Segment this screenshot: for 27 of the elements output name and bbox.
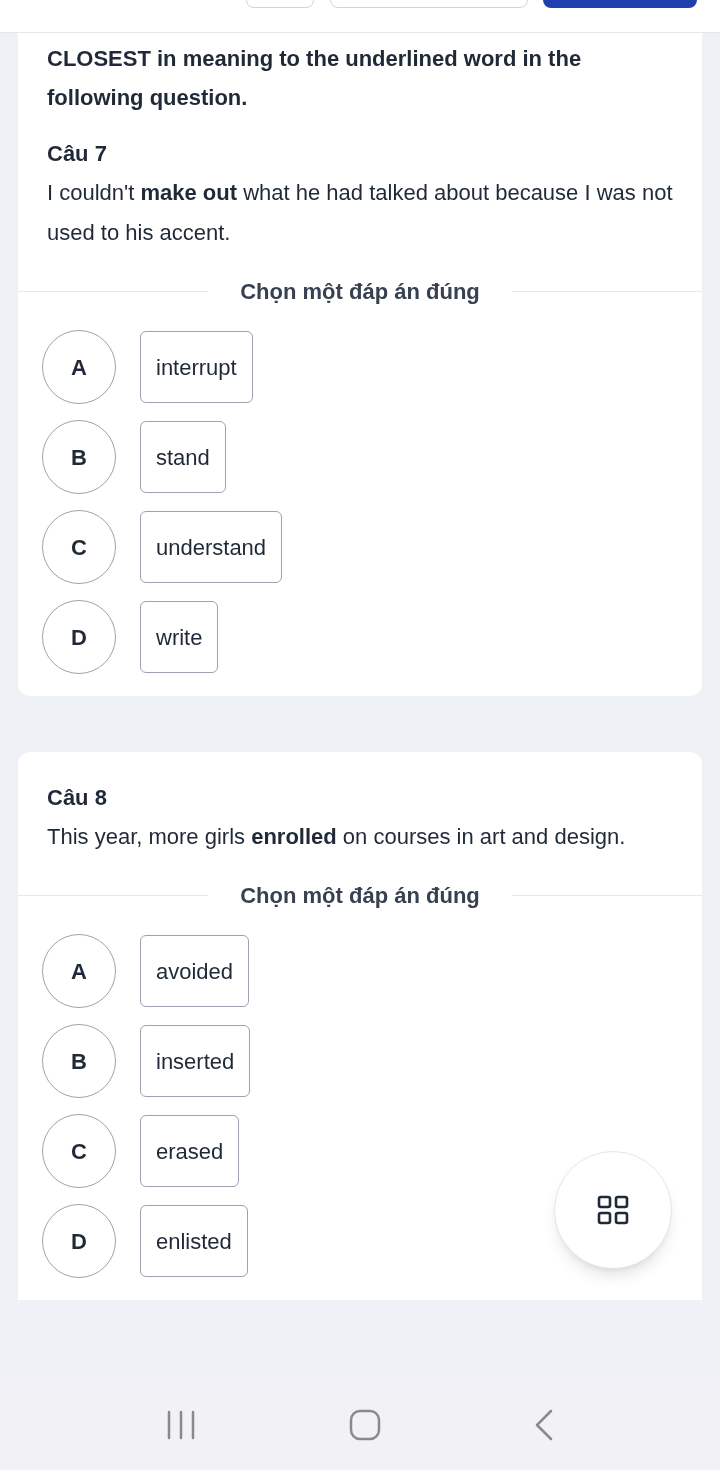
option-letter[interactable]: B <box>42 1024 116 1098</box>
option-answer[interactable]: interrupt <box>140 331 253 403</box>
option-letter[interactable]: C <box>42 1114 116 1188</box>
question-number: Câu 7 <box>47 140 108 168</box>
question-text: This year, more girls enrolled on courses in art and design. <box>47 823 627 851</box>
home-icon[interactable] <box>349 1409 381 1441</box>
option-answer[interactable]: stand <box>140 421 226 493</box>
question-number: Câu 8 <box>47 784 108 812</box>
option-answer[interactable]: inserted <box>140 1025 251 1097</box>
instruction-text: CLOSEST in meaning to the underlined word in the following question. <box>47 45 583 112</box>
option-letter[interactable]: A <box>42 330 116 404</box>
option-letter[interactable]: C <box>42 510 116 584</box>
option-answer[interactable]: avoided <box>140 935 250 1007</box>
answer-prompt: Chọn một đáp án đúng <box>239 882 481 910</box>
grid-icon <box>597 1195 629 1225</box>
option-answer[interactable]: enlisted <box>140 1205 248 1277</box>
answer-prompt: Chọn một đáp án đúng <box>239 278 481 306</box>
option-answer[interactable]: write <box>140 601 219 673</box>
option-answer[interactable]: erased <box>140 1115 240 1187</box>
recent-apps-icon[interactable] <box>167 1410 195 1440</box>
option-letter[interactable]: D <box>42 600 116 674</box>
question-text: I couldn't make out what he had talked about because I was not used to his accent. <box>47 179 673 247</box>
option-letter[interactable]: A <box>42 934 116 1008</box>
back-icon[interactable] <box>535 1409 553 1441</box>
option-letter[interactable]: D <box>42 1204 116 1278</box>
option-letter[interactable]: B <box>42 420 116 494</box>
option-answer[interactable]: understand <box>140 511 283 583</box>
